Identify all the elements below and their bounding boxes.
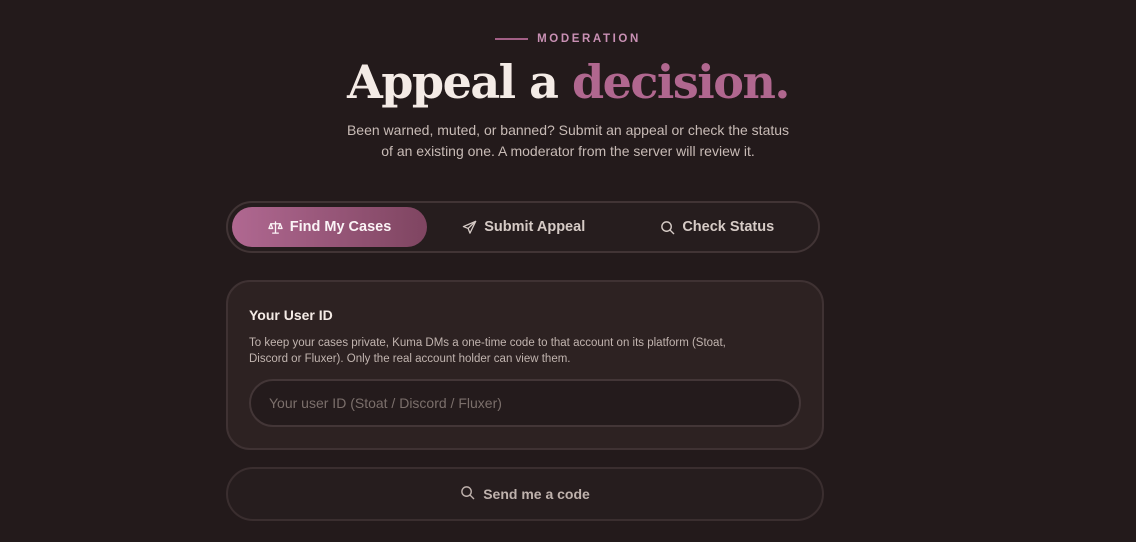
- eyebrow-divider: [495, 38, 529, 40]
- send-code-label: Send me a code: [483, 486, 590, 502]
- scales-icon: [268, 220, 283, 235]
- card-title: Your User ID: [249, 307, 333, 323]
- page-subtitle: Been warned, muted, or banned? Submit an…: [0, 120, 1136, 162]
- search-icon: [460, 485, 475, 503]
- subtitle-line-2: of an existing one. A moderator from the…: [381, 143, 755, 159]
- appeal-page: MODERATION Appeal a decision. Been warne…: [0, 0, 1136, 542]
- tab-check-status[interactable]: Check Status: [621, 207, 815, 247]
- card-description-line-2: Discord or Fluxer). Only the real accoun…: [249, 353, 571, 365]
- eyebrow-label: MODERATION: [537, 33, 641, 45]
- send-icon: [462, 220, 477, 235]
- page-title: Appeal a decision.: [0, 52, 1136, 112]
- eyebrow: MODERATION: [0, 33, 1136, 45]
- tab-find-my-cases[interactable]: Find My Cases: [232, 207, 427, 247]
- tab-label: Find My Cases: [289, 219, 392, 235]
- page-title-accent: decision.: [571, 55, 790, 109]
- card-description: To keep your cases private, Kuma DMs a o…: [249, 335, 789, 367]
- tab-bar: Find My Cases Submit Appeal Check Status: [226, 201, 820, 253]
- send-code-button[interactable]: Send me a code: [226, 467, 824, 521]
- user-id-card: Your User ID To keep your cases private,…: [226, 280, 824, 450]
- search-icon: [660, 220, 675, 235]
- user-id-input[interactable]: [251, 381, 799, 425]
- subtitle-line-1: Been warned, muted, or banned? Submit an…: [346, 122, 790, 138]
- tab-label: Submit Appeal: [484, 219, 586, 235]
- tab-submit-appeal[interactable]: Submit Appeal: [427, 207, 621, 247]
- user-id-field-wrapper: [249, 379, 801, 427]
- page-title-main: Appeal a: [347, 55, 559, 109]
- tab-label: Check Status: [682, 219, 775, 235]
- card-description-line-1: To keep your cases private, Kuma DMs a o…: [249, 337, 726, 349]
